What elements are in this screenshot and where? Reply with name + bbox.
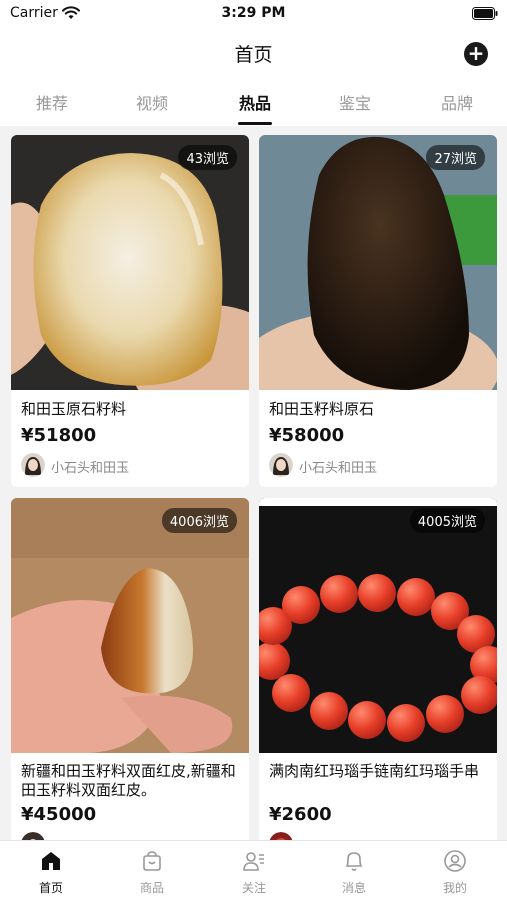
product-card[interactable]: 43浏览 和田玉原石籽料 ¥51800 小石头和田玉	[11, 135, 249, 487]
profile-icon	[444, 850, 466, 872]
product-title: 满肉南红玛瑙手链南红玛瑙手串	[269, 762, 480, 780]
product-image	[11, 135, 249, 390]
seller-name: 小石头和田玉	[51, 461, 130, 476]
avatar	[269, 832, 293, 840]
tab-brand[interactable]: 品牌	[427, 90, 487, 114]
product-price: ¥2600	[269, 804, 332, 825]
view-count-badge: 4005浏览	[409, 508, 485, 533]
avatar	[269, 453, 293, 477]
nav-label: 消息	[341, 881, 366, 895]
nav-label: 商品	[139, 881, 164, 895]
product-price: ¥45000	[21, 804, 97, 825]
tab-appraisal[interactable]: 鉴宝	[325, 90, 385, 114]
product-card[interactable]: 4006浏览 新疆和田玉籽料双面红皮,新疆和田玉籽料双面红皮。 ¥45000	[11, 498, 249, 840]
avatar	[21, 832, 45, 840]
product-title: 新疆和田玉籽料双面红皮,新疆和田玉籽料双面红皮。	[21, 762, 236, 799]
view-count-badge: 43浏览	[178, 145, 237, 170]
nav-label: 首页	[38, 881, 63, 895]
category-tabs: 推荐 视频 热品 鉴宝 品牌	[0, 80, 507, 126]
tab-hot[interactable]: 热品	[225, 90, 285, 114]
home-icon	[42, 852, 60, 870]
product-price: ¥51800	[21, 425, 97, 446]
shopping-bag-icon	[143, 851, 161, 871]
nav-follow[interactable]: 关注	[224, 847, 284, 897]
battery-icon	[472, 7, 498, 20]
product-price: ¥58000	[269, 425, 345, 446]
product-title: 和田玉籽料原石	[269, 400, 375, 418]
tab-recommend[interactable]: 推荐	[22, 90, 82, 114]
nav-profile[interactable]: 我的	[425, 847, 485, 897]
product-card[interactable]: 4005浏览 满肉南红玛瑙手链南红玛瑙手串 ¥2600	[259, 498, 497, 840]
product-grid: 43浏览 和田玉原石籽料 ¥51800 小石头和田玉 27浏览 和田玉籽料原石 …	[0, 126, 507, 840]
avatar	[21, 453, 45, 477]
page-title: 首页	[234, 44, 273, 66]
nav-label: 关注	[241, 881, 266, 895]
nav-label: 我的	[442, 881, 467, 895]
bell-icon	[345, 852, 363, 871]
nav-home[interactable]: 首页	[21, 847, 81, 897]
nav-messages[interactable]: 消息	[324, 847, 384, 897]
seller-name: 小石头和田玉	[299, 461, 378, 476]
active-tab-indicator	[238, 122, 272, 125]
nav-products[interactable]: 商品	[122, 847, 182, 897]
plus-icon: +	[467, 41, 485, 65]
tab-video[interactable]: 视频	[122, 90, 182, 114]
product-image	[11, 498, 249, 753]
add-button[interactable]: +	[464, 42, 488, 66]
header-bar: 首页 +	[0, 28, 507, 80]
view-count-badge: 4006浏览	[161, 508, 237, 533]
follow-user-icon	[243, 852, 264, 871]
product-image	[259, 135, 497, 390]
product-image	[259, 498, 497, 753]
product-card[interactable]: 27浏览 和田玉籽料原石 ¥58000 小石头和田玉	[259, 135, 497, 487]
bottom-nav: 首页 商品 关注 消息 我的	[0, 840, 507, 900]
view-count-badge: 27浏览	[426, 145, 485, 170]
product-title: 和田玉原石籽料	[21, 400, 127, 418]
status-bar: Carrier 3:29 PM	[0, 0, 507, 28]
status-time: 3:29 PM	[221, 5, 286, 21]
